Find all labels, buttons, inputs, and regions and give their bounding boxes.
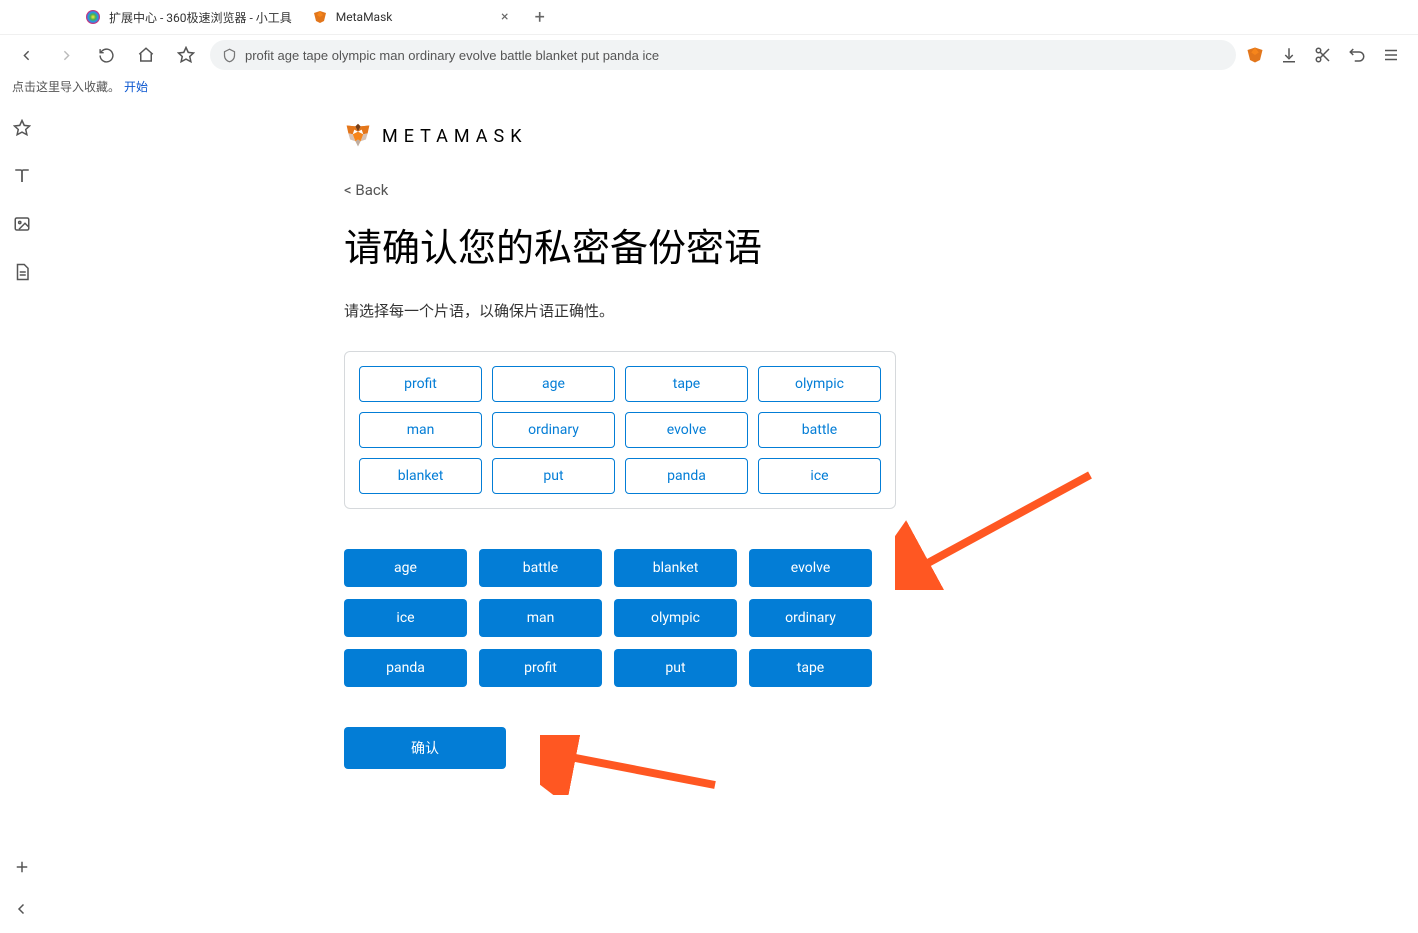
option-word[interactable]: profit (479, 649, 602, 687)
bookmark-start-link[interactable]: 开始 (124, 78, 148, 95)
selected-word[interactable]: tape (625, 366, 748, 402)
address-input[interactable] (245, 48, 1224, 63)
address-bar-row (0, 35, 1418, 75)
360-favicon-icon (85, 9, 101, 25)
image-icon[interactable] (12, 214, 32, 234)
reload-button[interactable] (90, 39, 122, 71)
option-word[interactable]: put (614, 649, 737, 687)
option-word[interactable]: ordinary (749, 599, 872, 637)
annotation-arrow-2 (540, 735, 720, 795)
selected-word[interactable]: age (492, 366, 615, 402)
tab-metamask[interactable]: MetaMask × (302, 1, 522, 33)
metamask-extension-icon[interactable] (1244, 44, 1266, 66)
menu-icon[interactable] (1380, 44, 1402, 66)
star-outline-icon[interactable] (12, 118, 32, 138)
fox-favicon-icon (312, 9, 328, 25)
toolbar-right (1244, 44, 1408, 66)
word-options-grid: age battle blanket evolve ice man olympi… (344, 549, 872, 687)
tab-label: 扩展中心 - 360极速浏览器 - 小工具 (109, 9, 292, 26)
selected-word[interactable]: evolve (625, 412, 748, 448)
logo-row: METAMASK (344, 122, 964, 150)
annotation-arrow-1 (895, 470, 1095, 590)
bookmark-hint: 点击这里导入收藏。 (12, 78, 120, 95)
selected-word[interactable]: put (492, 458, 615, 494)
option-word[interactable]: tape (749, 649, 872, 687)
bookmark-bar: 点击这里导入收藏。 开始 (0, 75, 1418, 97)
collapse-icon[interactable] (12, 899, 32, 919)
forward-button[interactable] (50, 39, 82, 71)
option-word[interactable]: olympic (614, 599, 737, 637)
download-icon[interactable] (1278, 44, 1300, 66)
metamask-fox-icon (344, 122, 372, 150)
option-word[interactable]: blanket (614, 549, 737, 587)
document-icon[interactable] (12, 262, 32, 282)
new-tab-button[interactable]: + (526, 3, 554, 31)
option-word[interactable]: evolve (749, 549, 872, 587)
selected-word[interactable]: profit (359, 366, 482, 402)
shield-icon (222, 48, 237, 63)
scissors-icon[interactable] (1312, 44, 1334, 66)
home-button[interactable] (130, 39, 162, 71)
confirm-button[interactable]: 确认 (344, 727, 506, 769)
option-word[interactable]: ice (344, 599, 467, 637)
back-button[interactable] (10, 39, 42, 71)
tab-bar: 扩展中心 - 360极速浏览器 - 小工具 MetaMask × + (0, 0, 1418, 35)
option-word[interactable]: age (344, 549, 467, 587)
selected-word[interactable]: olympic (758, 366, 881, 402)
plus-icon[interactable] (12, 857, 32, 877)
tab-label: MetaMask (336, 10, 393, 24)
selected-word[interactable]: blanket (359, 458, 482, 494)
tab-extensions[interactable]: 扩展中心 - 360极速浏览器 - 小工具 (75, 1, 302, 33)
back-link[interactable]: < Back (344, 181, 388, 199)
selected-word[interactable]: ordinary (492, 412, 615, 448)
close-tab-icon[interactable]: × (498, 10, 512, 24)
selected-word[interactable]: ice (758, 458, 881, 494)
star-button[interactable] (170, 39, 202, 71)
main-content: METAMASK < Back 请确认您的私密备份密语 请选择每一个片语，以确保… (44, 100, 1418, 933)
selected-word[interactable]: panda (625, 458, 748, 494)
book-icon[interactable] (12, 166, 32, 186)
page-subtitle: 请选择每一个片语，以确保片语正确性。 (344, 300, 964, 321)
option-word[interactable]: battle (479, 549, 602, 587)
address-bar[interactable] (210, 40, 1236, 70)
option-word[interactable]: man (479, 599, 602, 637)
option-word[interactable]: panda (344, 649, 467, 687)
logo-text: METAMASK (382, 126, 528, 147)
undo-icon[interactable] (1346, 44, 1368, 66)
selected-word[interactable]: man (359, 412, 482, 448)
selected-word[interactable]: battle (758, 412, 881, 448)
selected-words-box: profit age tape olympic man ordinary evo… (344, 351, 896, 509)
left-sidebar (0, 100, 44, 933)
page-title: 请确认您的私密备份密语 (344, 217, 964, 272)
